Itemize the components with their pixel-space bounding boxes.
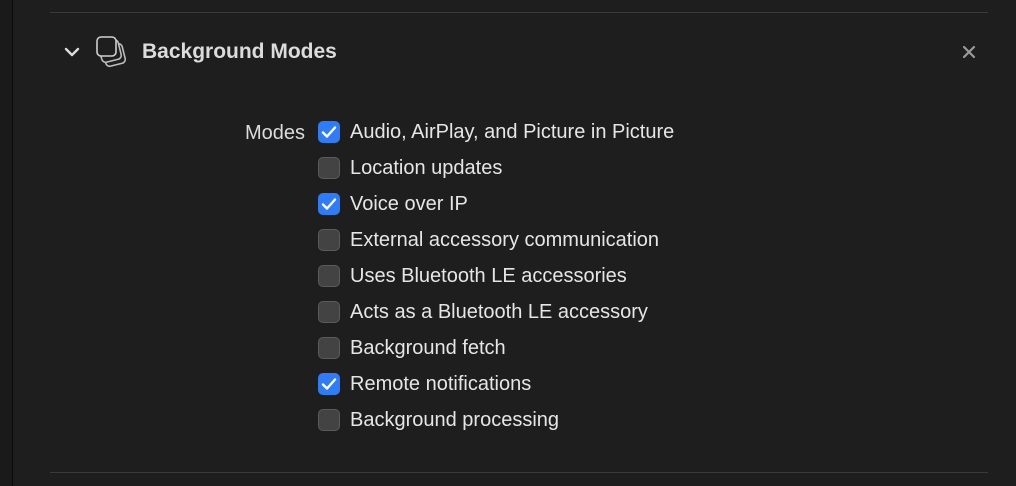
mode-option-label: External accessory communication [350,229,660,251]
mode-option-label: Voice over IP [350,193,468,215]
modes-label: Modes [244,122,305,144]
section-divider-top [50,12,988,13]
checkmark-icon [321,126,337,138]
mode-option-label: Remote notifications [350,373,532,395]
checkbox-unchecked[interactable] [318,301,340,323]
mode-option-label: Acts as a Bluetooth LE accessory [350,301,648,323]
checkbox-unchecked[interactable] [318,229,340,251]
capability-title: Background Modes [142,40,337,63]
capability-header: Background Modes [0,30,1016,74]
checkmark-icon [321,198,337,210]
section-divider-bottom [50,472,988,473]
mode-option[interactable]: Location updates [318,150,674,186]
mode-option[interactable]: Uses Bluetooth LE accessories [318,258,674,294]
modes-checkbox-list: Audio, AirPlay, and Picture in Picture Lo… [318,114,674,438]
chevron-down-icon[interactable] [62,42,82,62]
mode-option[interactable]: External accessory communication [318,222,674,258]
checkbox-checked[interactable] [318,373,340,395]
mode-option-label: Background processing [350,409,560,431]
checkbox-unchecked[interactable] [318,337,340,359]
mode-option[interactable]: Background processing [318,402,674,438]
mode-option-label: Audio, AirPlay, and Picture in Picture [350,121,675,143]
mode-option[interactable]: Remote notifications [318,366,674,402]
mode-option[interactable]: Audio, AirPlay, and Picture in Picture [318,114,674,150]
mode-option[interactable]: Voice over IP [318,186,674,222]
close-icon[interactable] [958,41,980,63]
mode-option[interactable]: Background fetch [318,330,674,366]
background-modes-icon [94,34,130,70]
checkbox-checked[interactable] [318,121,340,143]
mode-option[interactable]: Acts as a Bluetooth LE accessory [318,294,674,330]
checkmark-icon [321,378,337,390]
checkbox-unchecked[interactable] [318,157,340,179]
mode-option-label: Location updates [350,157,503,179]
mode-option-label: Uses Bluetooth LE accessories [350,265,627,287]
checkbox-checked[interactable] [318,193,340,215]
checkbox-unchecked[interactable] [318,409,340,431]
mode-option-label: Background fetch [350,337,506,359]
checkbox-unchecked[interactable] [318,265,340,287]
